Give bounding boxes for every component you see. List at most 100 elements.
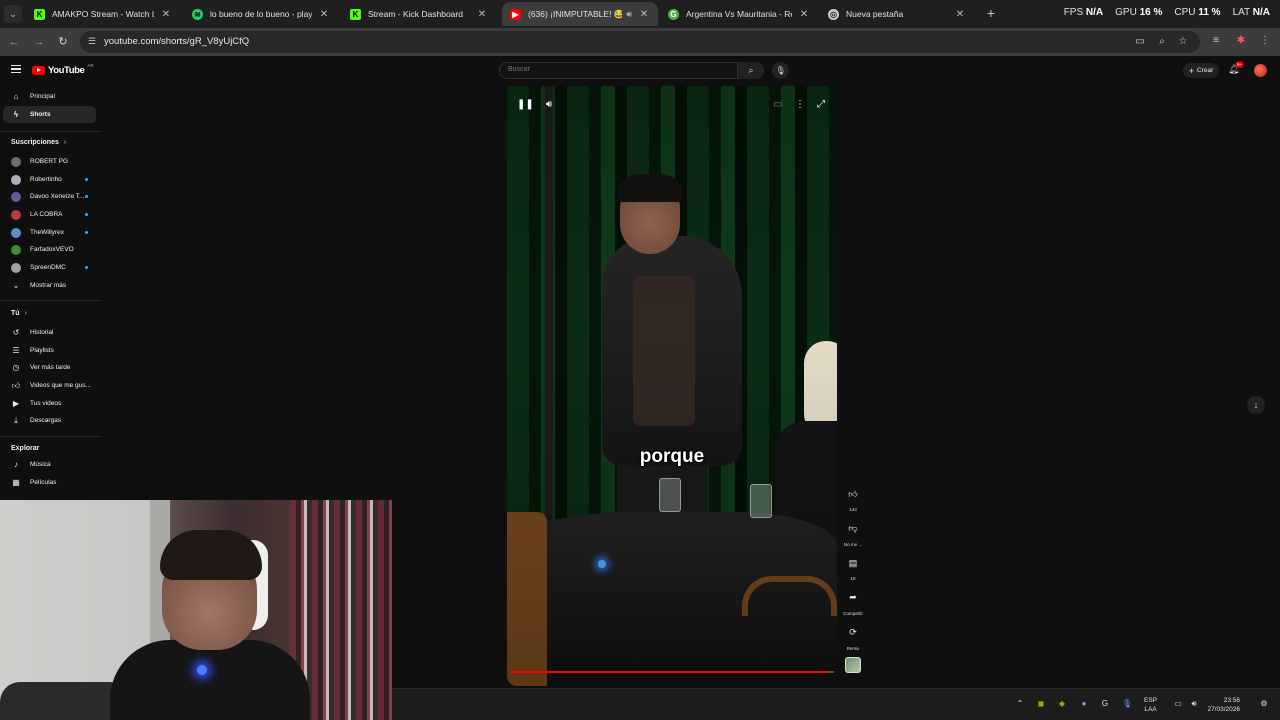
tab-search-chevron-icon[interactable]: ⌄ [4,5,22,23]
sidebar-item-shorts[interactable]: ϟ Shorts [3,106,96,123]
back-arrow-icon[interactable]: ← [6,34,22,50]
browser-tab[interactable]: G Argentina Vs Mauritania - Resu ✕ [660,2,818,26]
video-caption: porque [639,446,705,467]
subscriptions-heading[interactable]: Suscripciones › [11,139,66,146]
sidebar-item-liked-videos[interactable]: 👍︎ Videos que me gus... [3,377,96,394]
video-shade [507,86,837,686]
close-tab-icon[interactable]: ✕ [318,9,330,20]
network-icon[interactable]: ▭ [1172,699,1184,708]
sidebar-item-principal[interactable]: ⌂ Principal [3,88,96,105]
channel-avatar [11,244,21,255]
zoom-icon[interactable]: ⌕ [1156,36,1168,47]
sidebar-item-subscription[interactable]: TheWillyrex [3,224,96,241]
speaker-icon[interactable]: 🔊︎ [626,9,632,20]
like-count: 143 [849,507,857,512]
account-avatar[interactable] [1254,64,1267,77]
chevron-up-icon[interactable]: ⌃ [1014,699,1026,708]
google-tray-icon[interactable]: G [1099,699,1111,708]
sidebar-item-subscription[interactable]: Davoo Xeneize T... [3,188,96,205]
fullscreen-icon[interactable]: ⤢ [814,99,828,110]
close-tab-icon[interactable]: ✕ [798,9,810,20]
notification-center-icon[interactable]: ⚙ [1258,699,1270,708]
sidebar-item-downloads[interactable]: ⤓ Descargas [3,412,96,429]
live-dot [85,195,88,198]
bookmark-star-icon[interactable]: ☆ [1177,36,1189,47]
show-more-button[interactable]: ⌄ Mostrar más [3,277,96,294]
reload-icon[interactable]: ↻ [55,34,71,50]
remix-icon[interactable]: ⟳ [842,624,864,640]
sidebar-divider [0,131,100,132]
you-heading[interactable]: Tú › [11,310,27,317]
youtube-logo[interactable]: YouTube AR [32,63,94,76]
live-dot [85,231,88,234]
captions-icon[interactable]: ▭ [771,99,785,110]
sidebar-item-subscription[interactable]: FarfadoxVEVO [3,241,96,258]
sidebar-item-subscription[interactable]: LA COBRA [3,206,96,223]
dislike-icon[interactable]: 👎︎ [842,520,864,536]
shorts-icon: ϟ [13,109,19,119]
sidebar-item-subscription[interactable]: SpreenDMC [3,259,96,276]
video-progress-fill [510,671,828,673]
search-input[interactable]: Buscar [499,62,738,79]
next-short-arrow-icon[interactable]: ↓ [1247,396,1265,414]
search-icon[interactable]: ⌕ [738,62,764,79]
google-icon: G [668,8,679,20]
sidebar-item-subscription[interactable]: Robertinho [3,171,96,188]
webcam-person-body [110,640,310,720]
sidebar-item-playlists[interactable]: ☰ Playlists [3,342,96,359]
browser-tab[interactable]: ≋ lo bueno de lo bueno - playlist ✕ [184,2,338,26]
close-tab-icon[interactable]: ✕ [638,9,650,20]
browser-tab-active[interactable]: ▶ (636) ¡INIMPUTABLE! 😂 🔊︎ ✕ [502,2,658,26]
reading-list-icon[interactable]: ≡ [1209,35,1223,46]
channel-avatar [11,191,21,202]
video-progress-bar[interactable] [510,671,834,673]
nvidia-shadowplay-icon[interactable]: ◆ [1056,699,1068,708]
chevron-down-icon: ⌄ [12,280,20,290]
share-icon[interactable]: ➦ [842,589,864,605]
forward-arrow-icon[interactable]: → [31,34,47,50]
short-video-player[interactable]: ❚❚ 🔊︎ ▭ ⋮ ⤢ porque [507,86,837,686]
explore-heading: Explorar [11,445,40,452]
create-button[interactable]: + Crear [1183,63,1219,78]
browser-menu-icon[interactable]: ⋮ [1258,35,1272,46]
hamburger-menu-icon[interactable] [11,65,21,73]
microphone-icon[interactable]: 🎙︎ [772,62,789,79]
dislike-label: No me ... [843,542,863,547]
close-tab-icon[interactable]: ✕ [160,9,172,20]
channel-avatar [11,227,21,238]
browser-tab[interactable]: ◎ Nueva pestaña ✕ [820,2,974,26]
chevron-right-icon: › [63,139,67,146]
system-clock[interactable]: 23:56 27/03/2026 [1198,696,1240,714]
sidebar-divider [0,436,100,437]
extension-icon[interactable]: ✱ [1234,35,1248,46]
microphone-tray-icon[interactable]: 🎙︎ [1121,699,1133,708]
sidebar-item-music[interactable]: ♪ Música [3,456,96,473]
pause-icon[interactable]: ❚❚ [517,99,534,110]
close-tab-icon[interactable]: ✕ [954,9,966,20]
like-icon[interactable]: 👍︎ [842,486,864,502]
sidebar-item-historial[interactable]: ↺ Historial [3,324,96,341]
sidebar-divider [0,300,100,301]
browser-tab[interactable]: K AMAKPO Stream - Watch Live o ✕ [26,2,180,26]
sound-thumbnail[interactable] [845,657,861,673]
browser-tab[interactable]: K Stream - Kick Dashboard ✕ [342,2,496,26]
close-tab-icon[interactable]: ✕ [476,9,488,20]
new-tab-plus-icon[interactable]: + [982,5,1000,23]
sidebar-item-movies[interactable]: ▦ Películas [3,474,96,491]
app-tray-icon[interactable]: ● [1078,699,1090,708]
more-options-icon[interactable]: ⋮ [793,99,807,110]
site-info-icon[interactable]: ☰ [88,36,96,47]
sidebar-item-watch-later[interactable]: ◷ Ver más tarde [3,359,96,376]
sidebar-item-your-videos[interactable]: ▶ Tus videos [3,395,96,412]
url-text[interactable]: youtube.com/shorts/gR_V8yUjCfQ [104,36,249,47]
sidebar-item-subscription[interactable]: ROBERT PG [3,153,96,170]
chrome-icon: ◎ [828,8,839,20]
address-bar[interactable]: ☰ youtube.com/shorts/gR_V8yUjCfQ ▭ ⌕ ☆ [80,31,1200,53]
nvidia-icon[interactable]: ◼ [1035,699,1047,708]
comments-icon[interactable]: ▤ [842,555,864,571]
language-indicator[interactable]: ESP LAA [1144,696,1157,714]
cast-icon[interactable]: ▭ [1134,36,1146,47]
live-dot [85,266,88,269]
volume-icon[interactable]: 🔊︎ [542,99,556,110]
youtube-header: YouTube AR Buscar ⌕ 🎙︎ + Crear 🔔︎ 9+ [0,56,1280,86]
